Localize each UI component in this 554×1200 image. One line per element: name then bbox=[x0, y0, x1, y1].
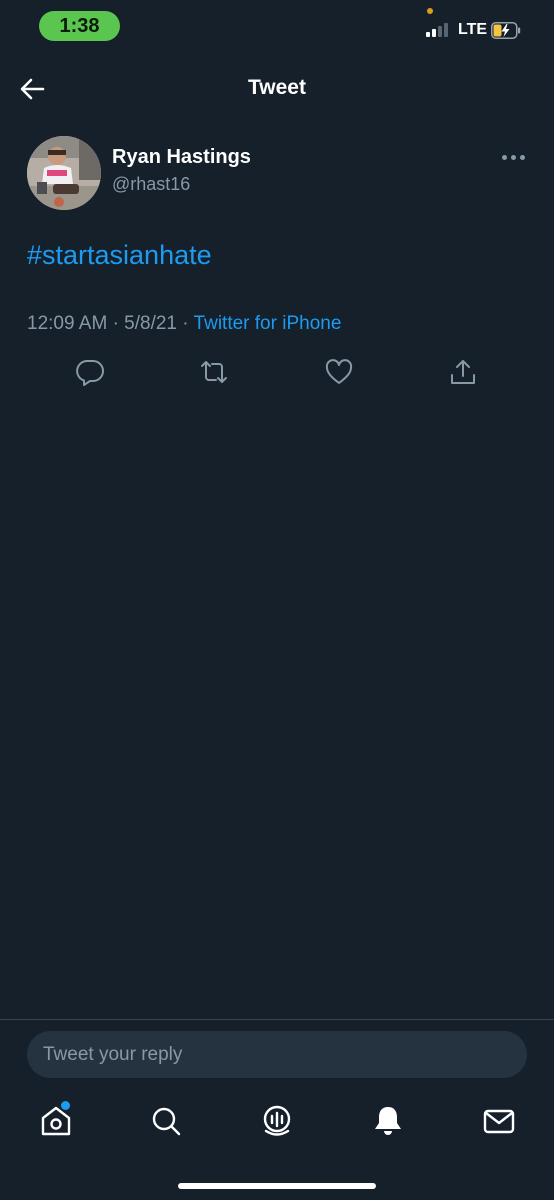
tweet-date: 5/8/21 bbox=[124, 313, 177, 334]
privacy-indicator-dot bbox=[427, 8, 433, 14]
navigation-header: Tweet bbox=[0, 62, 554, 116]
notifications-icon[interactable] bbox=[371, 1104, 405, 1138]
spaces-icon[interactable] bbox=[260, 1104, 294, 1138]
tweet-hashtag-link[interactable]: #startasianhate bbox=[27, 240, 212, 271]
author-handle[interactable]: @rhast16 bbox=[112, 174, 190, 195]
search-icon[interactable] bbox=[149, 1104, 183, 1138]
page-title: Tweet bbox=[248, 76, 306, 99]
author-name[interactable]: Ryan Hastings bbox=[112, 146, 251, 169]
avatar[interactable] bbox=[27, 136, 101, 210]
battery-charging-icon bbox=[491, 22, 521, 39]
tweet-actions bbox=[0, 357, 554, 389]
tweet-source-link[interactable]: Twitter for iPhone bbox=[194, 313, 342, 334]
network-type: LTE bbox=[458, 21, 488, 38]
meta-separator: · bbox=[182, 313, 189, 334]
tweet-metadata: 12:09 AM · 5/8/21 · Twitter for iPhone bbox=[27, 313, 341, 335]
share-icon[interactable] bbox=[448, 357, 478, 387]
tweet-time: 12:09 AM bbox=[27, 313, 108, 334]
home-notification-dot bbox=[61, 1101, 70, 1110]
like-icon[interactable] bbox=[324, 357, 354, 387]
reply-icon[interactable] bbox=[75, 357, 105, 387]
more-options-icon[interactable] bbox=[502, 150, 528, 164]
status-bar: 1:38 LTE bbox=[0, 0, 554, 50]
cellular-signal-icon bbox=[426, 23, 448, 37]
status-time[interactable]: 1:38 bbox=[39, 11, 120, 41]
messages-icon[interactable] bbox=[482, 1104, 516, 1138]
retweet-icon[interactable] bbox=[199, 357, 229, 387]
reply-divider bbox=[0, 1019, 554, 1020]
meta-separator: · bbox=[112, 313, 119, 334]
reply-input[interactable]: Tweet your reply bbox=[27, 1031, 527, 1078]
home-indicator[interactable] bbox=[178, 1183, 376, 1189]
